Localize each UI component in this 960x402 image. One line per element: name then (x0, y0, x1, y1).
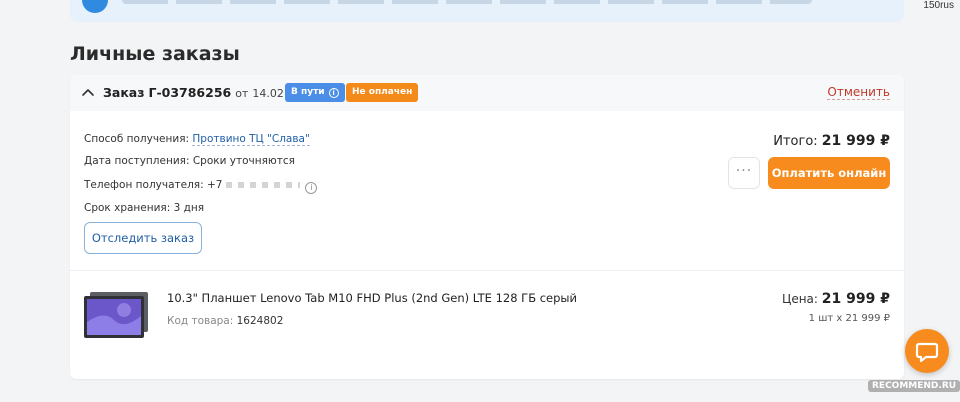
arrival-date-value: Сроки уточняются (192, 155, 295, 167)
page-title: Личные заказы (70, 43, 240, 65)
total-value: 21 999 ₽ (821, 133, 890, 149)
price-label: Цена: (782, 292, 818, 306)
recipient-phone: Телефон получателя: +7 i (84, 179, 318, 194)
product-quantity: 1 шт x 21 999 ₽ (808, 313, 890, 324)
order-number: Г-03786256 (148, 85, 232, 100)
status-badge[interactable]: В пути i (285, 83, 345, 102)
info-icon (82, 0, 108, 13)
delivery-method: Способ получения: Протвино ТЦ "Слава" (84, 133, 310, 146)
delivery-method-label: Способ получения: (84, 133, 190, 145)
watermark-username: 150rus (923, 0, 954, 11)
price-value: 21 999 ₽ (821, 291, 890, 307)
product-name-link[interactable]: 10.3" Планшет Lenovo Tab M10 FHD Plus (2… (167, 291, 577, 305)
info-icon[interactable]: i (305, 182, 318, 194)
notice-text (122, 0, 812, 4)
watermark-logo: RECOMMEND.RU (868, 380, 960, 392)
pay-online-button[interactable]: Оплатить онлайн (768, 157, 890, 189)
pickup-point-link[interactable]: Протвино ТЦ "Слава" (192, 133, 310, 146)
redacted-phone (226, 182, 301, 188)
chat-bubble-icon (915, 342, 939, 363)
product-code-value: 1624802 (236, 315, 284, 327)
info-icon: i (328, 88, 339, 98)
order-title: Заказ Г-03786256 от 14.02.2024 (103, 85, 315, 100)
order-card: Заказ Г-03786256 от 14.02.2024 В пути i Н… (70, 75, 904, 379)
storage-period-value: 3 дня (173, 202, 205, 214)
arrival-date-label: Дата поступления: (84, 155, 190, 167)
track-order-button[interactable]: Отследить заказ (84, 222, 202, 254)
order-date-prefix: от (235, 87, 249, 100)
product-code: Код товара: 1624802 (167, 315, 283, 327)
product-image[interactable] (84, 292, 150, 338)
payment-status-badge: Не оплачен (346, 83, 419, 102)
chevron-up-icon[interactable] (80, 85, 96, 101)
more-options-button[interactable]: ··· (728, 157, 760, 189)
arrival-date: Дата поступления: Сроки уточняются (84, 155, 295, 167)
divider (70, 270, 904, 271)
product-price: Цена: 21 999 ₽ (782, 291, 890, 307)
recipient-phone-value: +7 (207, 179, 223, 191)
product-code-label: Код товара: (167, 315, 234, 327)
storage-period: Срок хранения: 3 дня (84, 202, 204, 214)
info-notice-banner (70, 0, 904, 22)
recipient-phone-label: Телефон получателя: (84, 179, 204, 191)
order-header: Заказ Г-03786256 от 14.02.2024 В пути i Н… (70, 75, 904, 111)
order-label: Заказ (103, 85, 145, 100)
chat-button[interactable] (905, 329, 949, 373)
total-label: Итого: (773, 134, 818, 149)
status-badge-label: В пути (291, 87, 325, 97)
storage-period-label: Срок хранения: (84, 202, 171, 214)
cancel-order-link[interactable]: Отменить (827, 86, 890, 100)
order-total: Итого: 21 999 ₽ (773, 133, 890, 149)
